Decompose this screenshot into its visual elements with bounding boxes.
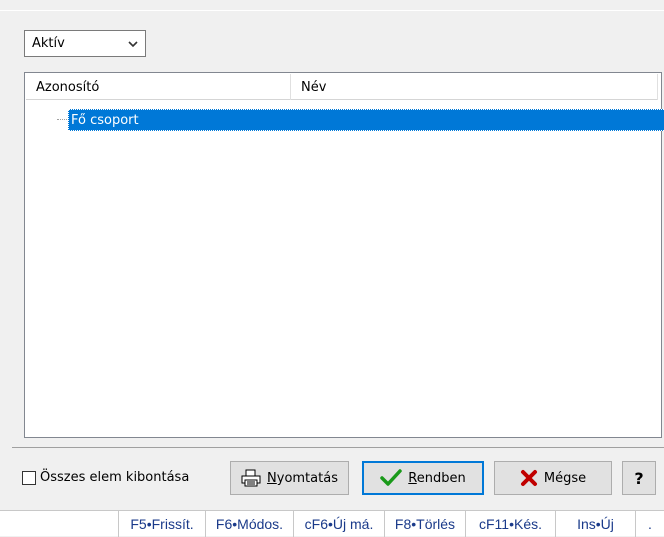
dialog-edge bbox=[0, 10, 664, 11]
printer-icon bbox=[241, 469, 261, 487]
status-modify[interactable]: F6•Módos. bbox=[205, 510, 293, 537]
status-new-copy[interactable]: cF6•Új má. bbox=[293, 510, 384, 537]
separator bbox=[12, 447, 664, 448]
print-mnemonic: N bbox=[267, 470, 277, 486]
status-refresh[interactable]: F5•Frissít. bbox=[118, 510, 205, 537]
column-header-id[interactable]: Azonosító bbox=[26, 74, 291, 100]
ok-mnemonic: R bbox=[408, 470, 417, 486]
cancel-button[interactable]: Mégse bbox=[494, 461, 612, 495]
status-bar: F5•Frissít. F6•Módos. cF6•Új má. F8•Törl… bbox=[0, 510, 664, 537]
cancel-button-label: Mégse bbox=[543, 470, 587, 486]
checkbox-box[interactable] bbox=[22, 470, 36, 485]
tree-connector-line bbox=[57, 119, 67, 121]
help-button[interactable]: ? bbox=[622, 461, 656, 495]
print-button-label: Nyomtatás bbox=[267, 471, 338, 486]
group-tree-list[interactable]: Azonosító Név Fő csoport bbox=[24, 72, 664, 438]
tree-item-label[interactable]: Fő csoport bbox=[68, 109, 664, 131]
status-more[interactable]: . bbox=[635, 510, 664, 537]
status-spacer bbox=[0, 511, 118, 537]
ok-button[interactable]: Rendben bbox=[362, 461, 484, 495]
tree-item[interactable]: Fő csoport bbox=[57, 109, 664, 131]
column-header-name[interactable]: Név bbox=[291, 74, 658, 100]
status-new[interactable]: Ins•Új bbox=[555, 510, 635, 537]
list-header: Azonosító Név bbox=[26, 74, 658, 100]
print-button[interactable]: Nyomtatás bbox=[230, 461, 349, 495]
expand-all-label: Összes elem kibontása bbox=[40, 470, 190, 485]
checkmark-icon bbox=[380, 469, 403, 486]
ok-button-label: Rendben bbox=[408, 471, 465, 486]
status-filter-dropdown[interactable]: Aktív bbox=[24, 30, 146, 57]
expand-all-checkbox[interactable]: Összes elem kibontása bbox=[22, 470, 189, 485]
print-label-rest: yomtatás bbox=[276, 470, 338, 486]
chevron-down-icon bbox=[128, 41, 138, 48]
ok-label-rest: endben bbox=[416, 470, 466, 486]
close-icon bbox=[520, 470, 537, 486]
status-delay[interactable]: cF11•Kés. bbox=[465, 510, 555, 537]
help-button-label: ? bbox=[634, 468, 644, 488]
status-delete[interactable]: F8•Törlés bbox=[384, 510, 465, 537]
status-filter-value: Aktív bbox=[32, 36, 65, 51]
